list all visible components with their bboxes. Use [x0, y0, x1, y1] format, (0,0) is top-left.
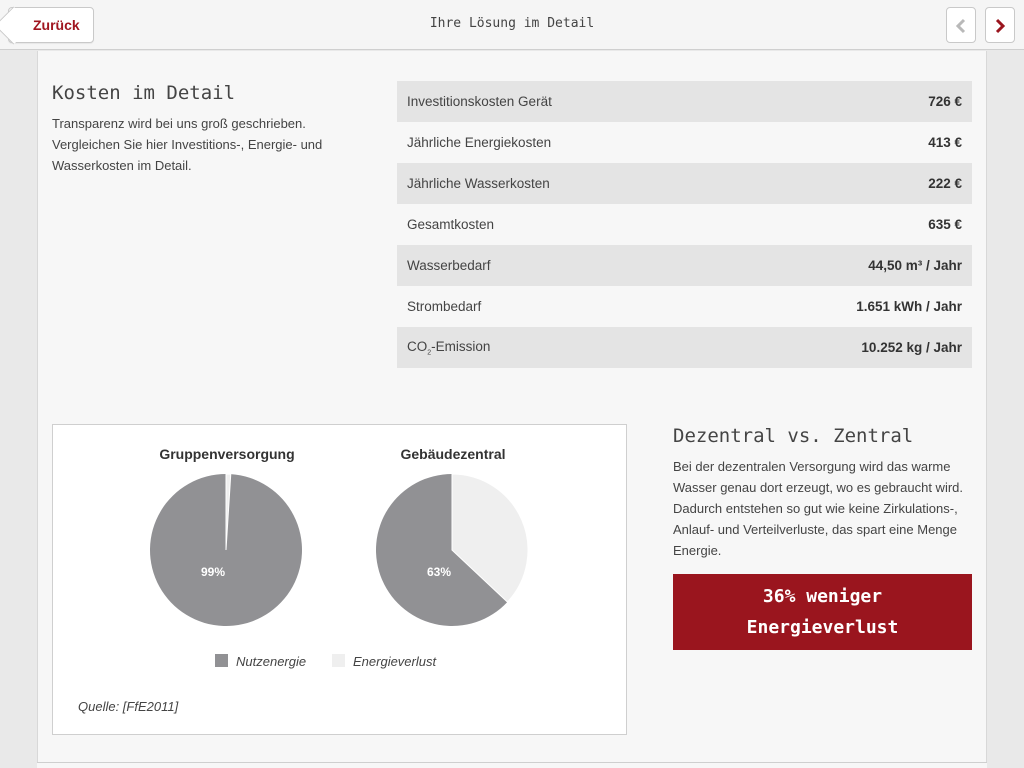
cost-value: 413 €	[928, 135, 962, 150]
cost-row-wasserkosten: Jährliche Wasserkosten 222 €	[397, 163, 972, 204]
kosten-description: Transparenz wird bei uns groß geschriebe…	[52, 116, 323, 173]
kosten-title: Kosten im Detail	[52, 82, 236, 104]
cost-value: 222 €	[928, 176, 962, 191]
cost-label: Wasserbedarf	[407, 258, 491, 273]
banner-line-1: 36% weniger	[762, 586, 883, 607]
chevron-left-icon	[955, 18, 966, 34]
legend-swatch	[332, 654, 345, 667]
cost-value: 635 €	[928, 217, 962, 232]
cost-label: Jährliche Energiekosten	[407, 135, 552, 150]
cost-row-investition: Investitionskosten Gerät 726 €	[397, 81, 972, 122]
legend-swatch	[215, 654, 228, 667]
cost-row-co2: CO2-Emission 10.252 kg / Jahr	[397, 327, 972, 368]
cost-row-wasserbedarf: Wasserbedarf 44,50 m³ / Jahr	[397, 245, 972, 286]
content-bottom-edge	[37, 762, 987, 768]
pie-value-label: 63%	[427, 565, 451, 579]
co2-suffix: -Emission	[431, 338, 491, 354]
cost-label: Investitionskosten Gerät	[407, 94, 552, 109]
cost-label: Jährliche Wasserkosten	[407, 176, 550, 191]
pie-charts: Gruppenversorgung 99% Gebäudezentral 63% Nut…	[150, 446, 529, 669]
cost-table: Investitionskosten Gerät 726 € Jährliche…	[397, 81, 972, 368]
cost-row-strombedarf: Strombedarf 1.651 kWh / Jahr	[397, 286, 972, 327]
legend-label: Nutzenergie	[236, 654, 306, 669]
previous-button[interactable]	[946, 7, 976, 43]
energy-saving-banner: 36% weniger Energieverlust	[673, 574, 972, 650]
page-title: Ihre Lösung im Detail	[429, 16, 595, 31]
banner-line-2: Energieverlust	[746, 617, 899, 638]
next-button[interactable]	[985, 7, 1015, 43]
cost-value: 10.252 kg / Jahr	[861, 340, 962, 355]
dezentral-description: Bei der dezentralen Versorgung wird das …	[673, 459, 963, 558]
pie-value-label: 99%	[201, 565, 225, 579]
cost-value: 44,50 m³ / Jahr	[868, 258, 962, 273]
source-label: Quelle: [FfE2011]	[78, 699, 179, 714]
cost-value: 726 €	[928, 94, 962, 109]
cost-label: CO2-Emission	[407, 339, 490, 357]
energy-chart-box: Gruppenversorgung 99% Gebäudezentral 63% Nut…	[52, 424, 627, 735]
dezentral-title: Dezentral vs. Zentral	[673, 425, 914, 447]
chevron-right-icon	[995, 18, 1006, 34]
co2-prefix: CO	[407, 338, 428, 354]
cost-row-energiekosten: Jährliche Energiekosten 413 €	[397, 122, 972, 163]
cost-label: Gesamtkosten	[407, 217, 495, 232]
cost-row-gesamtkosten: Gesamtkosten 635 €	[397, 204, 972, 245]
cost-value: 1.651 kWh / Jahr	[856, 299, 962, 314]
top-bar: Zurück Ihre Lösung im Detail	[0, 0, 1024, 50]
legend-label: Energieverlust	[353, 654, 437, 669]
pie-title: Gruppenversorgung	[159, 446, 294, 462]
cost-label: Strombedarf	[407, 299, 482, 314]
pie-title: Gebäudezentral	[400, 446, 505, 462]
